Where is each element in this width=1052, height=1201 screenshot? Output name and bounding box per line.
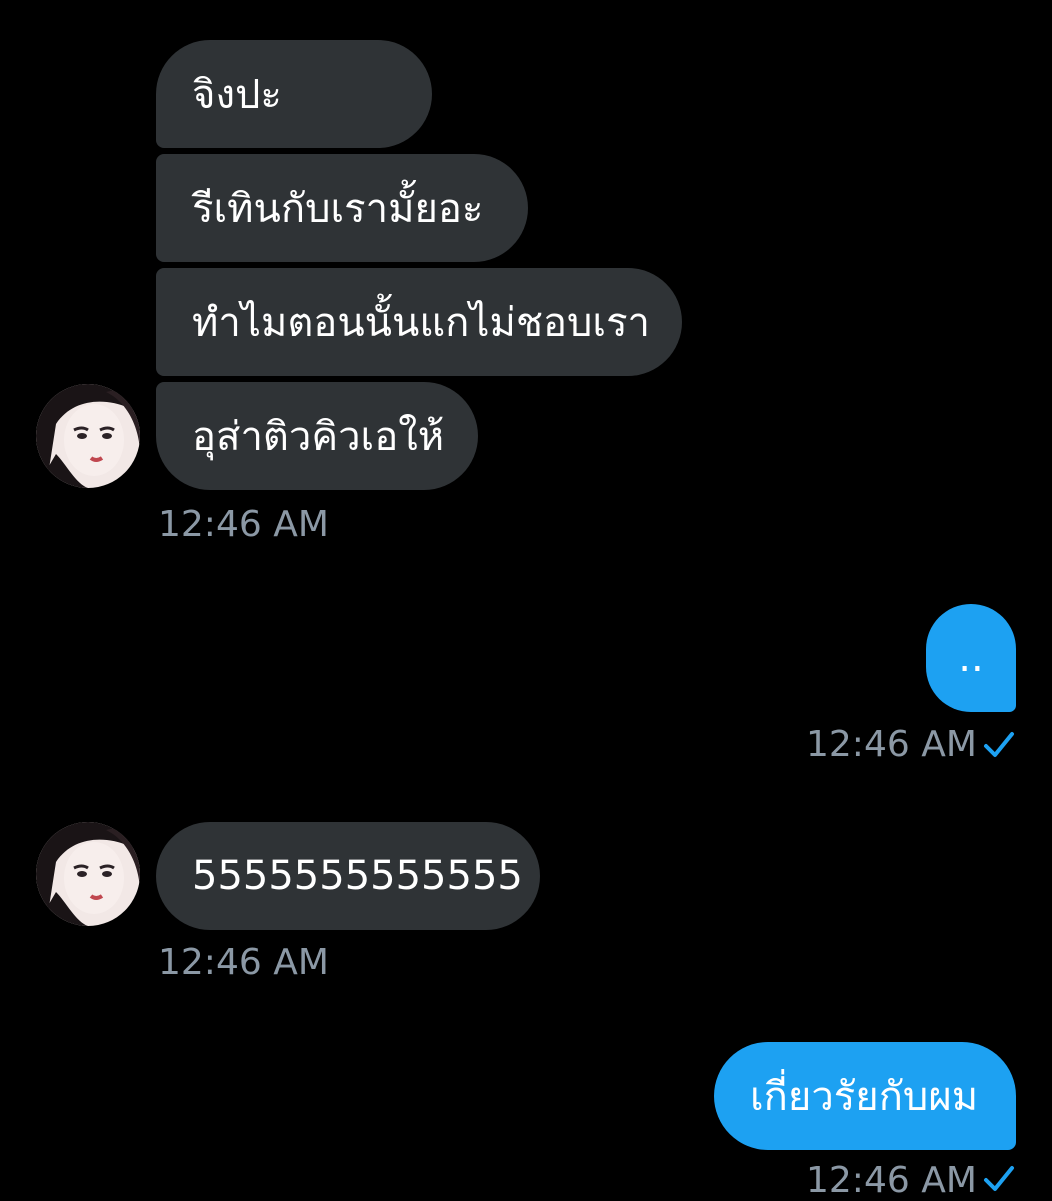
incoming-message[interactable]: อุส่าติวคิวเอให้ xyxy=(156,382,478,490)
incoming-message[interactable]: รีเทินกับเรามั้ยอะ xyxy=(156,154,528,262)
outgoing-message[interactable]: เกี่ยวรัยกับผม xyxy=(714,1042,1016,1150)
incoming-message[interactable]: 5555555555555 xyxy=(156,822,540,930)
message-timestamp: 12:46 AM xyxy=(158,504,329,545)
profile-avatar[interactable] xyxy=(36,822,140,926)
message-text: ทำไมตอนนั้นแกไม่ชอบเรา xyxy=(192,300,651,346)
conversation-thread: จิงปะ รีเทินกับเรามั้ยอะ ทำไมตอนนั้นแกไม… xyxy=(0,0,1052,1201)
message-text: 5555555555555 xyxy=(192,853,523,899)
incoming-message[interactable]: จิงปะ xyxy=(156,40,432,148)
message-timestamp: 12:46 AM xyxy=(158,942,329,983)
profile-avatar[interactable] xyxy=(36,384,140,488)
message-timestamp: 12:46 AM xyxy=(806,1160,977,1201)
message-text: รีเทินกับเรามั้ยอะ xyxy=(192,186,484,232)
incoming-message[interactable]: ทำไมตอนนั้นแกไม่ชอบเรา xyxy=(156,268,682,376)
outgoing-message[interactable]: .. xyxy=(926,604,1016,712)
message-timestamp: 12:46 AM xyxy=(806,724,977,765)
read-check-icon xyxy=(984,732,1014,757)
message-text: จิงปะ xyxy=(192,72,282,118)
avatar-image xyxy=(36,384,140,488)
message-text: อุส่าติวคิวเอให้ xyxy=(192,414,445,460)
read-check-icon xyxy=(984,1166,1014,1191)
avatar-image xyxy=(36,822,140,926)
message-text: เกี่ยวรัยกับผม xyxy=(750,1074,979,1120)
message-text: .. xyxy=(958,635,984,681)
